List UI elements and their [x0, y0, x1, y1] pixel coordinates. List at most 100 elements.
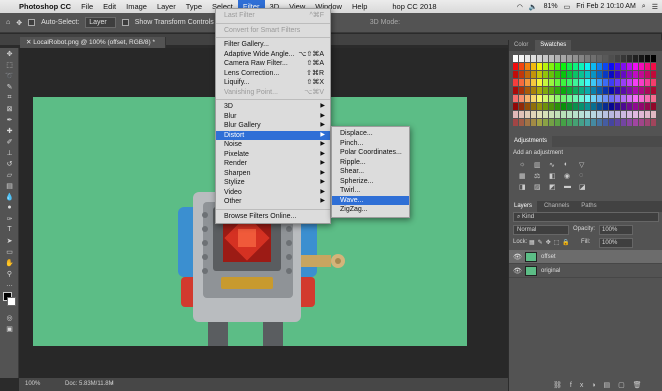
color-swatch[interactable] [603, 103, 608, 110]
color-swatch[interactable] [651, 119, 656, 126]
color-swatch[interactable] [579, 103, 584, 110]
healing-brush-icon[interactable]: ✚ [0, 125, 19, 136]
color-swatch[interactable] [603, 55, 608, 62]
color-swatch[interactable] [591, 71, 596, 78]
color-swatch[interactable] [597, 103, 602, 110]
color-swatch[interactable] [567, 103, 572, 110]
color-swatch[interactable] [645, 119, 650, 126]
color-swatch[interactable] [627, 119, 632, 126]
color-swatch[interactable] [603, 87, 608, 94]
color-swatch[interactable] [609, 63, 614, 70]
color-swatch[interactable] [513, 55, 518, 62]
color-swatch[interactable] [579, 87, 584, 94]
color-swatch[interactable] [633, 63, 638, 70]
color-swatch[interactable] [573, 87, 578, 94]
distort-menu-item[interactable]: Twirl... [332, 186, 409, 196]
color-swatch[interactable] [543, 79, 548, 86]
tab-layers[interactable]: Layers [509, 201, 538, 212]
color-swatch[interactable] [603, 95, 608, 102]
tab-color[interactable]: Color [509, 40, 533, 51]
filter-menu-item[interactable]: Liquify... ⇧⌘X [216, 78, 330, 88]
color-swatch[interactable] [579, 111, 584, 118]
color-swatch[interactable] [627, 63, 632, 70]
color-swatch[interactable] [567, 71, 572, 78]
dodge-tool-icon[interactable]: ● [0, 202, 19, 213]
hand-tool-icon[interactable]: ✋ [0, 257, 19, 268]
color-swatch[interactable] [585, 95, 590, 102]
menu-image[interactable]: Image [121, 0, 152, 13]
color-swatch[interactable] [639, 103, 644, 110]
color-swatch[interactable] [573, 103, 578, 110]
photo-filter-icon[interactable]: ◉ [564, 172, 576, 180]
color-swatch[interactable] [543, 111, 548, 118]
color-swatch[interactable] [519, 119, 524, 126]
distort-menu-item[interactable]: Shear... [332, 167, 409, 177]
layers-footer-icons[interactable]: ⛓fx◑▤▢🗑 [553, 381, 650, 389]
color-swatch[interactable] [633, 55, 638, 62]
color-swatch[interactable] [585, 63, 590, 70]
color-swatch[interactable] [567, 87, 572, 94]
color-swatch[interactable] [531, 63, 536, 70]
marquee-tool-icon[interactable]: ⬚ [0, 59, 19, 70]
color-swatch[interactable] [639, 55, 644, 62]
color-swatch[interactable] [639, 71, 644, 78]
color-swatch[interactable] [579, 95, 584, 102]
color-swatch[interactable] [525, 95, 530, 102]
distort-menu-item[interactable]: Ripple... [332, 158, 409, 168]
channel-mixer-icon[interactable]: ◌ [579, 172, 591, 180]
color-swatch[interactable] [531, 103, 536, 110]
color-swatch[interactable] [513, 87, 518, 94]
color-swatch[interactable] [597, 71, 602, 78]
color-swatch[interactable] [597, 119, 602, 126]
threshold-icon[interactable]: ◩ [549, 183, 561, 191]
color-swatch[interactable] [579, 79, 584, 86]
zoom-level[interactable]: 100% [25, 378, 40, 391]
vibrance-icon[interactable]: ▽ [579, 161, 591, 169]
filter-menu-item[interactable]: Browse Filters Online... [216, 212, 330, 222]
color-swatch[interactable] [525, 119, 530, 126]
color-swatch[interactable] [627, 95, 632, 102]
color-swatch[interactable] [519, 71, 524, 78]
color-swatch[interactable] [513, 79, 518, 86]
color-swatch[interactable] [651, 111, 656, 118]
invert-icon[interactable]: ◨ [519, 183, 531, 191]
color-swatch[interactable] [651, 103, 656, 110]
color-swatch[interactable] [549, 71, 554, 78]
color-swatch[interactable] [609, 71, 614, 78]
color-swatch[interactable] [513, 103, 518, 110]
color-swatch[interactable] [597, 87, 602, 94]
clock[interactable]: Fri Feb 2 10:10 AM [576, 3, 636, 10]
distort-menu-item[interactable]: Displace... [332, 129, 409, 139]
color-swatch[interactable] [621, 71, 626, 78]
color-swatch[interactable] [615, 71, 620, 78]
filter-menu-item[interactable]: Camera Raw Filter... ⇧⌘A [216, 59, 330, 69]
color-swatch[interactable] [651, 95, 656, 102]
color-swatch[interactable] [603, 119, 608, 126]
color-swatch[interactable] [579, 63, 584, 70]
color-swatch[interactable] [567, 63, 572, 70]
color-swatch[interactable] [525, 87, 530, 94]
shape-tool-icon[interactable]: ▭ [0, 246, 19, 257]
menu-file[interactable]: File [76, 0, 98, 13]
move-tool-icon[interactable]: ✥ [0, 48, 19, 59]
color-swatch[interactable] [645, 87, 650, 94]
apple-icon[interactable] [0, 0, 14, 13]
color-swatch[interactable] [591, 63, 596, 70]
color-swatch[interactable] [633, 119, 638, 126]
color-swatch[interactable] [645, 71, 650, 78]
exposure-icon[interactable]: ◐ [564, 161, 576, 169]
color-swatch[interactable] [603, 71, 608, 78]
distort-menu-item[interactable]: Pinch... [332, 139, 409, 149]
menu-type[interactable]: Type [181, 0, 207, 13]
doc-info[interactable]: Doc: 5.83M/11.8M [65, 378, 114, 391]
lasso-tool-icon[interactable]: ➰ [0, 70, 19, 81]
color-swatch[interactable] [555, 71, 560, 78]
layer-filter-kind[interactable]: ⌕ Kind [513, 212, 659, 222]
color-swatch[interactable] [519, 87, 524, 94]
eyedropper-tool-icon[interactable]: ✒ [0, 114, 19, 125]
color-swatch[interactable] [627, 87, 632, 94]
menu-edit[interactable]: Edit [98, 0, 121, 13]
color-swatch[interactable] [513, 63, 518, 70]
filter-menu-item[interactable]: Noise ▶ [216, 140, 330, 150]
distort-menu-item[interactable]: ZigZag... [332, 205, 409, 215]
